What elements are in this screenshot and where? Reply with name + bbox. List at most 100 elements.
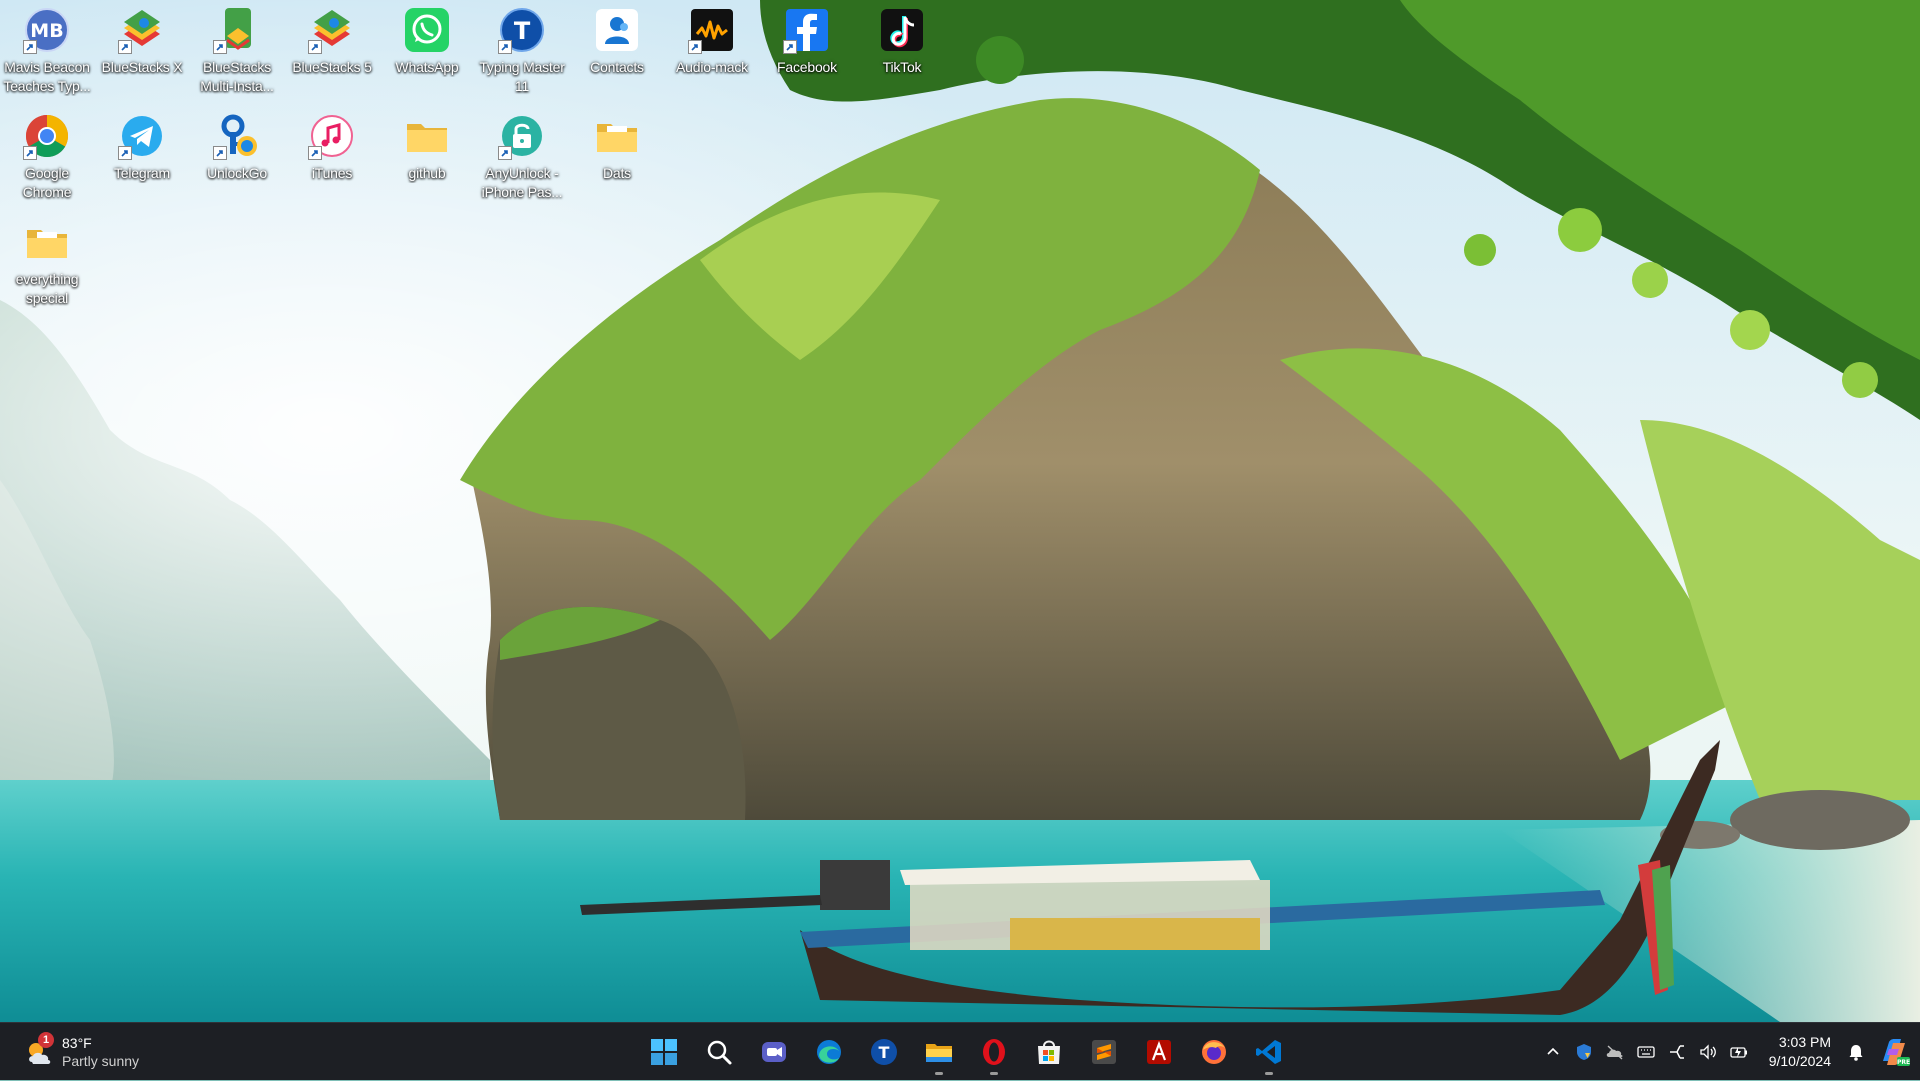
folder-icon — [593, 112, 641, 160]
audiomack-icon — [688, 6, 736, 54]
weather-badge: 1 — [38, 1032, 54, 1048]
defender-icon — [1576, 1044, 1591, 1060]
windows-logo-icon — [650, 1039, 677, 1065]
battery-icon — [1730, 1047, 1747, 1058]
desktop-icon-dats-folder[interactable]: Dats — [570, 106, 664, 206]
notifications-button[interactable] — [1841, 1037, 1871, 1067]
running-indicator — [989, 1072, 998, 1075]
desktop-icon-mavis-beacon[interactable]: MB Mavis Beacon Teaches Typ... — [0, 0, 94, 100]
weather-widget[interactable]: 1 83°F Partly sunny — [24, 1031, 139, 1073]
desktop-icon-bluestacks-x[interactable]: BlueStacks X — [95, 0, 189, 100]
taskbar-typing-master[interactable]: T — [856, 1028, 911, 1076]
volume-icon — [1700, 1044, 1716, 1060]
shortcut-arrow-icon — [23, 40, 37, 54]
taskbar-meet[interactable] — [746, 1028, 801, 1076]
running-indicator — [934, 1072, 943, 1075]
desktop-icon-label: Dats — [603, 165, 631, 181]
typing-master-icon: T — [870, 1039, 897, 1065]
desktop-icon-label: WhatsApp — [395, 59, 459, 75]
tiktok-icon — [878, 6, 926, 54]
volume-tray-button[interactable] — [1693, 1037, 1723, 1067]
defender-tray-button[interactable] — [1569, 1037, 1599, 1067]
shortcut-arrow-icon — [213, 146, 227, 160]
bluestacks-multi-icon — [213, 6, 261, 54]
touch-keyboard-button[interactable] — [1631, 1037, 1661, 1067]
taskbar-edge[interactable] — [801, 1028, 856, 1076]
desktop-icon-label: UnlockGo — [207, 165, 267, 181]
network-icon — [1669, 1045, 1684, 1059]
desktop-icon-tiktok[interactable]: TikTok — [855, 0, 949, 100]
folder-icon — [23, 218, 71, 266]
desktop-icon-label: github — [408, 165, 446, 181]
desktop-icon-contacts[interactable]: Contacts — [570, 0, 664, 100]
desktop-icon-github-folder[interactable]: github — [380, 106, 474, 206]
system-tray: 3:03 PM 9/10/2024 PRE — [1538, 1023, 1920, 1081]
network-tray-button[interactable] — [1662, 1037, 1692, 1067]
running-indicator — [1264, 1072, 1273, 1075]
taskbar-opera[interactable] — [966, 1028, 1021, 1076]
desktop-icon-typing-master[interactable]: T Typing Master 11 — [475, 0, 569, 100]
opera-icon — [982, 1039, 1005, 1065]
keyboard-icon — [1637, 1046, 1655, 1058]
shortcut-arrow-icon — [118, 40, 132, 54]
edge-icon — [816, 1040, 841, 1064]
taskbar-microsoft-store[interactable] — [1021, 1028, 1076, 1076]
shortcut-arrow-icon — [498, 146, 512, 160]
onedrive-tray-button[interactable] — [1600, 1037, 1630, 1067]
chevron-up-icon — [1547, 1047, 1559, 1055]
desktop-icon-google-chrome[interactable]: Google Chrome — [0, 106, 94, 206]
copilot-button[interactable]: PRE — [1872, 1032, 1916, 1072]
telegram-icon — [118, 112, 166, 160]
anyunlock-icon — [498, 112, 546, 160]
desktop-icon-bluestacks-multi[interactable]: BlueStacks Multi-Insta... — [190, 0, 284, 100]
desktop-icon-label: AnyUnlock - iPhone Pas... — [481, 165, 563, 200]
taskbar-apps: T — [636, 1028, 1296, 1076]
show-hidden-icons-button[interactable] — [1538, 1037, 1568, 1067]
folder-icon — [403, 112, 451, 160]
weather-condition: Partly sunny — [62, 1053, 140, 1069]
unlockgo-icon — [213, 112, 261, 160]
search-icon — [707, 1040, 731, 1065]
desktop-icon-label: TikTok — [882, 59, 922, 75]
taskbar-acrobat[interactable] — [1131, 1028, 1186, 1076]
taskbar-file-explorer[interactable] — [911, 1028, 966, 1076]
taskbar-sublime-text[interactable] — [1076, 1028, 1131, 1076]
taskbar-vscode[interactable] — [1241, 1028, 1296, 1076]
desktop-icon-anyunlock[interactable]: AnyUnlock - iPhone Pas... — [475, 106, 569, 206]
desktop-icon-label: BlueStacks 5 — [292, 59, 372, 75]
desktop-icons: MB Mavis Beacon Teaches Typ... BlueStack… — [0, 0, 1000, 320]
svg-text:MB: MB — [30, 20, 63, 42]
shortcut-arrow-icon — [213, 40, 227, 54]
facebook-icon — [783, 6, 831, 54]
desktop-icon-label: Audio-mack — [676, 59, 748, 75]
clock[interactable]: 3:03 PM 9/10/2024 — [1769, 1033, 1831, 1071]
chrome-icon — [23, 112, 71, 160]
microsoft-store-icon — [1037, 1040, 1060, 1064]
start-button[interactable] — [636, 1028, 691, 1076]
desktop-icon-label: BlueStacks X — [101, 59, 183, 75]
itunes-icon — [308, 112, 356, 160]
desktop-icon-everything-special-folder[interactable]: everything special — [0, 212, 94, 312]
desktop-icon-bluestacks-5[interactable]: BlueStacks 5 — [285, 0, 379, 100]
desktop-icon-label: iTunes — [311, 165, 353, 181]
shortcut-arrow-icon — [308, 146, 322, 160]
weather-temperature: 83°F — [62, 1035, 92, 1051]
typing-master-icon: T — [498, 6, 546, 54]
desktop-icon-facebook[interactable]: Facebook — [760, 0, 854, 100]
taskbar: 1 83°F Partly sunny T 3:03 PM 9/10/2024 … — [0, 1022, 1920, 1080]
desktop-icon-label: Google Chrome — [22, 165, 72, 200]
onedrive-icon — [1606, 1045, 1623, 1060]
desktop-icon-audiomack[interactable]: Audio-mack — [665, 0, 759, 100]
desktop-icon-telegram[interactable]: Telegram — [95, 106, 189, 206]
desktop-icon-whatsapp[interactable]: WhatsApp — [380, 0, 474, 100]
search-button[interactable] — [691, 1028, 746, 1076]
desktop-icon-itunes[interactable]: iTunes — [285, 106, 379, 206]
whatsapp-icon — [403, 6, 451, 54]
partly-sunny-icon: 1 — [24, 1032, 56, 1068]
taskbar-firefox[interactable] — [1186, 1028, 1241, 1076]
shortcut-arrow-icon — [118, 146, 132, 160]
bluestacks5-icon — [308, 6, 356, 54]
battery-tray-button[interactable] — [1724, 1037, 1754, 1067]
desktop-icon-label: Contacts — [590, 59, 644, 75]
desktop-icon-unlockgo[interactable]: UnlockGo — [190, 106, 284, 206]
